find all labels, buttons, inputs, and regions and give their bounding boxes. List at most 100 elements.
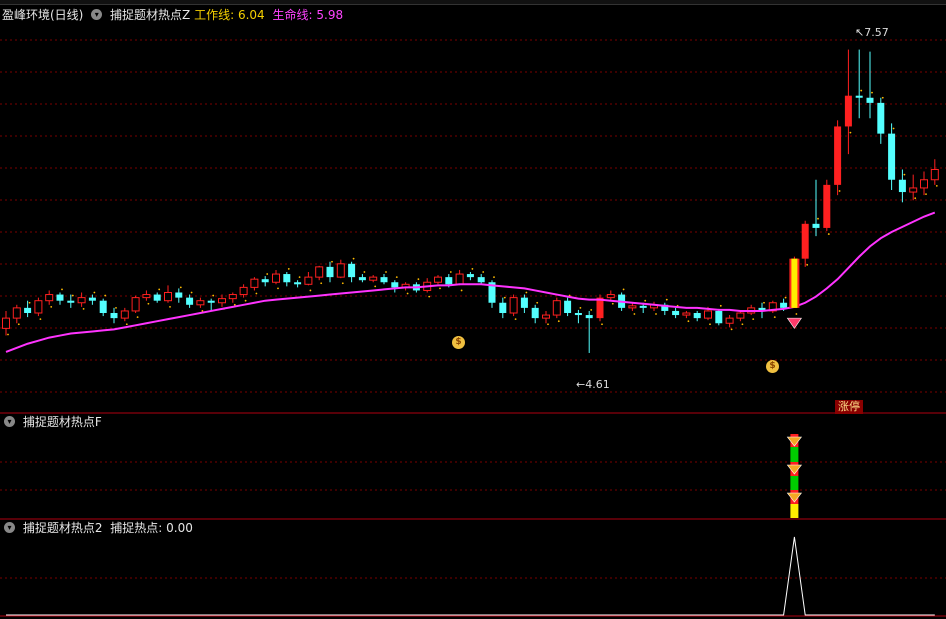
candle-body	[866, 97, 874, 103]
money-bag-icon: $	[766, 360, 779, 373]
work-line-dot	[136, 316, 139, 318]
candle-body	[552, 300, 561, 316]
candle-body	[909, 187, 918, 193]
candle-body	[369, 276, 378, 281]
candle-body	[261, 279, 269, 283]
work-line-value: 6.04	[237, 8, 265, 22]
candle-body	[12, 307, 21, 319]
candle-body	[606, 294, 615, 299]
candle-body	[574, 313, 582, 316]
collapse-icon[interactable]: ▾	[4, 522, 15, 533]
candle-body	[207, 300, 215, 303]
candle-body	[898, 179, 906, 193]
work-line-dot	[169, 305, 171, 308]
collapse-icon[interactable]: ▾	[91, 9, 103, 20]
candle-body	[24, 307, 32, 313]
gem-icon	[786, 464, 803, 475]
candle-body	[542, 314, 550, 319]
candle-body	[499, 302, 507, 313]
candle-body	[315, 266, 324, 278]
candle-body	[466, 274, 474, 278]
work-line-dot	[860, 89, 863, 92]
candle-body	[196, 300, 205, 306]
candle-body	[153, 294, 161, 301]
candle-body	[455, 273, 464, 285]
work-line-dot	[763, 301, 765, 304]
work-line-dot	[50, 305, 53, 308]
candle-body	[131, 297, 140, 312]
candle-body	[120, 310, 129, 319]
candle-body	[855, 95, 863, 98]
candle-body	[142, 294, 151, 299]
work-line-dot	[557, 320, 560, 323]
work-line-dot	[838, 190, 841, 192]
work-line-dot	[61, 288, 63, 291]
work-line-dot	[158, 288, 161, 291]
candle-body	[294, 282, 302, 285]
work-line-dot	[417, 278, 420, 281]
candle-body	[639, 305, 647, 308]
work-line-dot	[871, 91, 873, 94]
work-line-dot	[493, 276, 495, 279]
candle-body	[704, 310, 712, 319]
collapse-icon[interactable]: ▾	[4, 416, 15, 427]
work-line-dot	[277, 287, 279, 290]
work-line-dot	[719, 304, 722, 307]
work-line-dot	[622, 288, 625, 291]
high-price-label: ↖7.57	[855, 26, 889, 39]
candle-body	[801, 223, 809, 259]
candle-body	[218, 298, 226, 304]
work-line-dot	[147, 302, 150, 305]
work-line-dot	[903, 173, 906, 176]
stock-title: 盈峰环境(日线)	[2, 8, 84, 22]
work-line-dot	[460, 289, 463, 292]
work-line-dot	[71, 294, 74, 297]
candle-body	[628, 305, 637, 309]
work-line-dot	[309, 289, 312, 292]
work-line-dot	[590, 309, 593, 311]
candle-body	[250, 278, 259, 288]
work-line-dot	[125, 323, 128, 326]
work-line-dot	[179, 286, 182, 289]
candle-body	[725, 317, 734, 324]
gem-icon	[786, 492, 803, 503]
candle-body	[564, 300, 572, 313]
work-line-dot	[341, 282, 344, 285]
candle-body	[304, 276, 313, 285]
work-line-dot	[784, 296, 787, 299]
work-line-dot	[374, 285, 377, 288]
candle-body	[672, 310, 680, 316]
work-line-dot	[17, 323, 20, 326]
panel2-indicator-name: 捕捉题材热点F	[22, 415, 102, 429]
limit-up-badge: 涨停	[835, 400, 863, 414]
candle-body	[336, 263, 345, 278]
candle-body	[585, 315, 593, 319]
work-line-dot	[190, 291, 193, 294]
candle-body	[88, 297, 96, 301]
candle-body	[99, 300, 107, 313]
work-line-dot	[363, 271, 366, 273]
work-line-dot	[709, 323, 711, 326]
work-line-dot	[428, 295, 431, 298]
work-line-dot	[806, 263, 809, 266]
candle-body	[844, 95, 852, 127]
work-line-dot	[406, 292, 409, 295]
candle-body	[283, 274, 291, 283]
work-line-dot	[7, 333, 9, 336]
candle-body	[812, 223, 820, 228]
work-line-dot	[352, 257, 355, 260]
work-line-dot	[687, 320, 690, 323]
work-line-dot	[611, 302, 614, 305]
candle-body	[520, 297, 528, 308]
candle-body	[228, 294, 237, 300]
panel2-signal-segment	[790, 476, 799, 490]
work-line-dot	[665, 298, 668, 301]
candle-body	[930, 169, 939, 181]
work-line-dot	[892, 127, 895, 130]
candle-body	[45, 294, 54, 302]
candle-body	[56, 294, 64, 301]
work-line-dot	[730, 328, 733, 331]
work-line-dot	[773, 316, 776, 318]
work-line-dot	[655, 313, 657, 315]
hot-value-label: 捕捉热点:	[110, 521, 163, 535]
